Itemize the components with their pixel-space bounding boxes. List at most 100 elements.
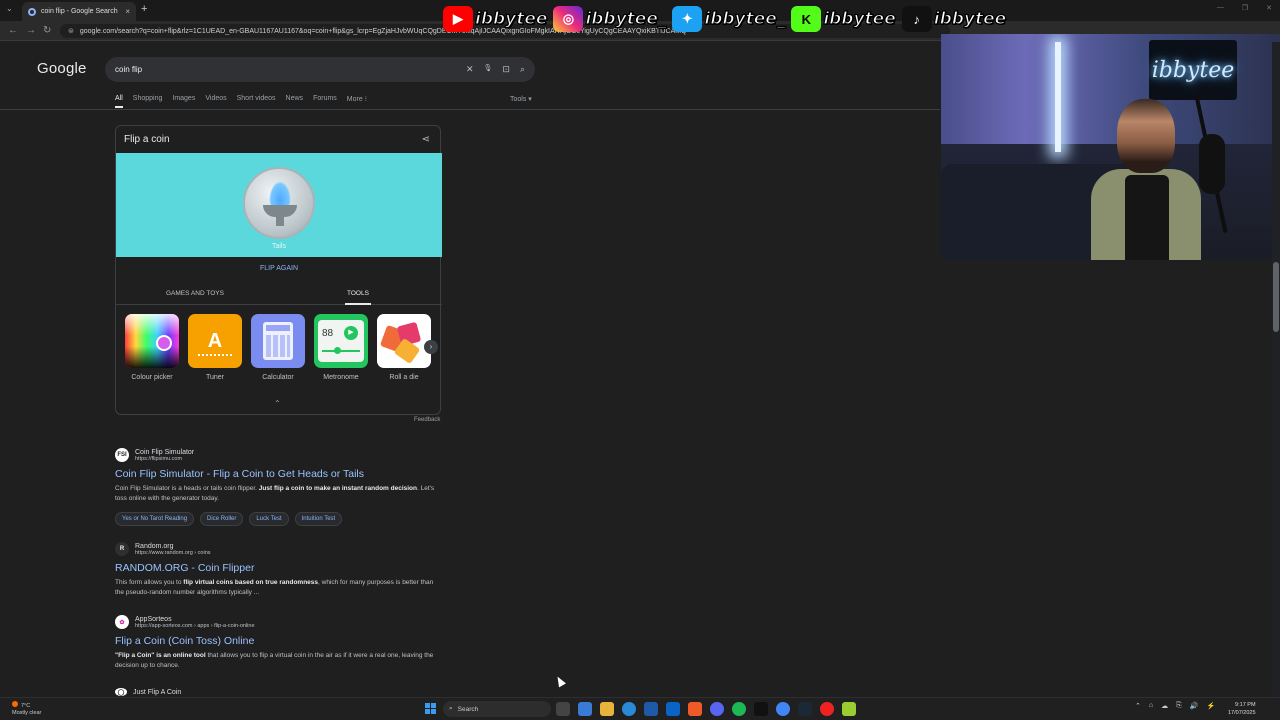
sitelinks: Yes or No Tarot Reading Dice Roller Luck… xyxy=(115,512,435,526)
minimize-button[interactable]: — xyxy=(1217,4,1224,12)
forward-button[interactable]: → xyxy=(26,25,36,36)
neon-light xyxy=(1055,42,1061,152)
edge-icon[interactable] xyxy=(622,702,636,716)
site-name: AppSorteos xyxy=(135,615,172,623)
result-title-link[interactable]: Coin Flip Simulator - Flip a Coin to Get… xyxy=(115,468,435,480)
result-site[interactable]: ✿ AppSorteos https://app-sorteos.com › a… xyxy=(115,615,435,629)
result-snippet: Coin Flip Simulator is a heads or tails … xyxy=(115,485,435,502)
tab-title: coin flip - Google Search xyxy=(41,8,118,15)
close-window-button[interactable]: ✕ xyxy=(1266,4,1272,12)
site-favicon-icon: ✿ xyxy=(115,615,129,629)
share-icon[interactable]: ⋖ xyxy=(422,134,430,145)
microphone xyxy=(1199,134,1225,194)
sitelink-chip[interactable]: Intuition Test xyxy=(294,512,343,526)
discord-icon[interactable] xyxy=(710,702,724,716)
chrome-icon[interactable] xyxy=(776,702,790,716)
clear-icon[interactable]: ✕ xyxy=(466,64,474,75)
windows-start-icon[interactable] xyxy=(425,703,436,714)
outlook-icon[interactable] xyxy=(666,702,680,716)
tuner-icon: A xyxy=(188,314,242,368)
copilot-icon[interactable] xyxy=(578,702,592,716)
result-snippet: This form allows you to flip virtual coi… xyxy=(115,579,434,596)
result-snippet: "Flip a Coin" is an online tool that all… xyxy=(115,652,434,669)
volume-icon[interactable]: 🔊 xyxy=(1190,702,1199,710)
sitelink-chip[interactable]: Dice Roller xyxy=(200,512,244,526)
store-icon[interactable] xyxy=(644,702,658,716)
terminal-icon[interactable] xyxy=(754,702,768,716)
chevron-up-icon[interactable]: ⌃ xyxy=(274,399,281,408)
twitter-handle: ibbytee_ xyxy=(704,8,786,29)
site-favicon-icon: R xyxy=(115,542,129,556)
page-scrollbar[interactable] xyxy=(1272,42,1280,697)
coin-tails-icon[interactable] xyxy=(243,167,315,239)
back-button[interactable]: ← xyxy=(8,25,18,36)
file-explorer-icon[interactable] xyxy=(600,702,614,716)
tools-button[interactable]: Tools ▾ xyxy=(510,95,532,103)
stream-social-banner: ▶ ibbytee ◎ ibbytee_ ✦ ibbytee_ K ibbyte… xyxy=(443,6,1010,32)
taskbar-search-label: Search xyxy=(457,705,479,713)
tile-calculator[interactable]: Calculator xyxy=(251,314,305,381)
streamer xyxy=(1091,99,1201,260)
maximize-button[interactable]: ❐ xyxy=(1242,4,1248,12)
weather-widget[interactable]: 7°C Mostly clear xyxy=(12,701,41,717)
tab-close-icon[interactable]: × xyxy=(125,7,130,16)
tab-games-and-toys[interactable]: GAMES AND TOYS xyxy=(166,290,224,297)
search-result: R Random.org https://www.random.org › co… xyxy=(115,542,435,598)
network-icon[interactable]: ⎘ xyxy=(1176,702,1182,710)
obs-icon[interactable] xyxy=(820,702,834,716)
result-title-link[interactable]: RANDOM.ORG - Coin Flipper xyxy=(115,562,435,574)
microphone-icon[interactable]: 🎙 xyxy=(484,64,493,75)
result-site[interactable]: R Random.org https://www.random.org › co… xyxy=(115,542,435,556)
onedrive-icon[interactable]: ☁ xyxy=(1161,702,1168,710)
card-subtabs: GAMES AND TOYS TOOLS xyxy=(116,285,442,305)
twitter-icon: ✦ xyxy=(672,6,703,32)
filter-more[interactable]: More ⁝ xyxy=(347,95,367,108)
tab-list-button[interactable]: ⌄ xyxy=(6,4,13,13)
new-tab-button[interactable]: + xyxy=(141,3,147,15)
tray-app-icon[interactable]: ⌂ xyxy=(1149,702,1153,710)
filter-short-videos[interactable]: Short videos xyxy=(237,95,276,108)
taskbar-clock[interactable]: 9:17 PM 17/07/2025 xyxy=(1228,701,1256,717)
tile-metronome[interactable]: 88 ▶ Metronome xyxy=(314,314,368,381)
site-info-icon[interactable]: ⊜ xyxy=(68,27,74,35)
spotify-icon[interactable] xyxy=(732,702,746,716)
task-view-icon[interactable] xyxy=(556,702,570,716)
filter-images[interactable]: Images xyxy=(172,95,195,108)
feedback-link[interactable]: Feedback xyxy=(414,417,440,423)
sitelink-chip[interactable]: Luck Test xyxy=(249,512,289,526)
filter-news[interactable]: News xyxy=(286,95,304,108)
brave-icon[interactable] xyxy=(688,702,702,716)
tile-tuner[interactable]: A Tuner xyxy=(188,314,242,381)
sitelink-chip[interactable]: Yes or No Tarot Reading xyxy=(115,512,195,526)
chevron-right-icon[interactable]: › xyxy=(424,340,438,354)
battery-icon[interactable]: ⚡ xyxy=(1206,702,1215,710)
tab-tools[interactable]: TOOLS xyxy=(345,290,371,305)
tile-colour-picker[interactable]: Colour picker xyxy=(125,314,179,381)
app-icon[interactable] xyxy=(842,702,856,716)
tray-overflow-icon[interactable]: ⌃ xyxy=(1135,702,1141,710)
site-favicon-icon: ◯ xyxy=(115,688,127,696)
search-icon[interactable]: ⌕ xyxy=(520,64,525,75)
google-logo[interactable]: Google xyxy=(37,60,87,77)
search-box[interactable]: coin flip ✕ 🎙 ⊡ ⌕ xyxy=(105,57,535,82)
lens-icon[interactable]: ⊡ xyxy=(502,64,510,75)
result-site[interactable]: FSI Coin Flip Simulator https://flipsimu… xyxy=(115,448,435,462)
filter-shopping[interactable]: Shopping xyxy=(133,95,163,108)
result-site[interactable]: ◯ Just Flip A Coin xyxy=(115,688,435,696)
clock-date: 17/07/2025 xyxy=(1228,710,1256,716)
filter-all[interactable]: All xyxy=(115,95,123,108)
scrollbar-thumb[interactable] xyxy=(1273,262,1279,332)
flip-again-button[interactable]: FLIP AGAIN xyxy=(116,265,442,272)
taskbar-search[interactable]: ⌕ Search xyxy=(443,701,551,717)
filter-forums[interactable]: Forums xyxy=(313,95,337,108)
tile-roll-a-die[interactable]: Roll a die xyxy=(377,314,431,381)
filter-videos[interactable]: Videos xyxy=(205,95,226,108)
site-url: https://app-sorteos.com › apps › flip-a-… xyxy=(135,622,255,629)
dice-icon xyxy=(377,314,431,368)
result-title-link[interactable]: Flip a Coin (Coin Toss) Online xyxy=(115,635,435,647)
steam-icon[interactable] xyxy=(798,702,812,716)
browser-tab[interactable]: coin flip - Google Search × xyxy=(22,2,136,21)
reload-button[interactable]: ↻ xyxy=(43,25,51,36)
coin-stage[interactable]: Tails xyxy=(116,153,442,257)
search-input[interactable]: coin flip xyxy=(115,65,142,74)
